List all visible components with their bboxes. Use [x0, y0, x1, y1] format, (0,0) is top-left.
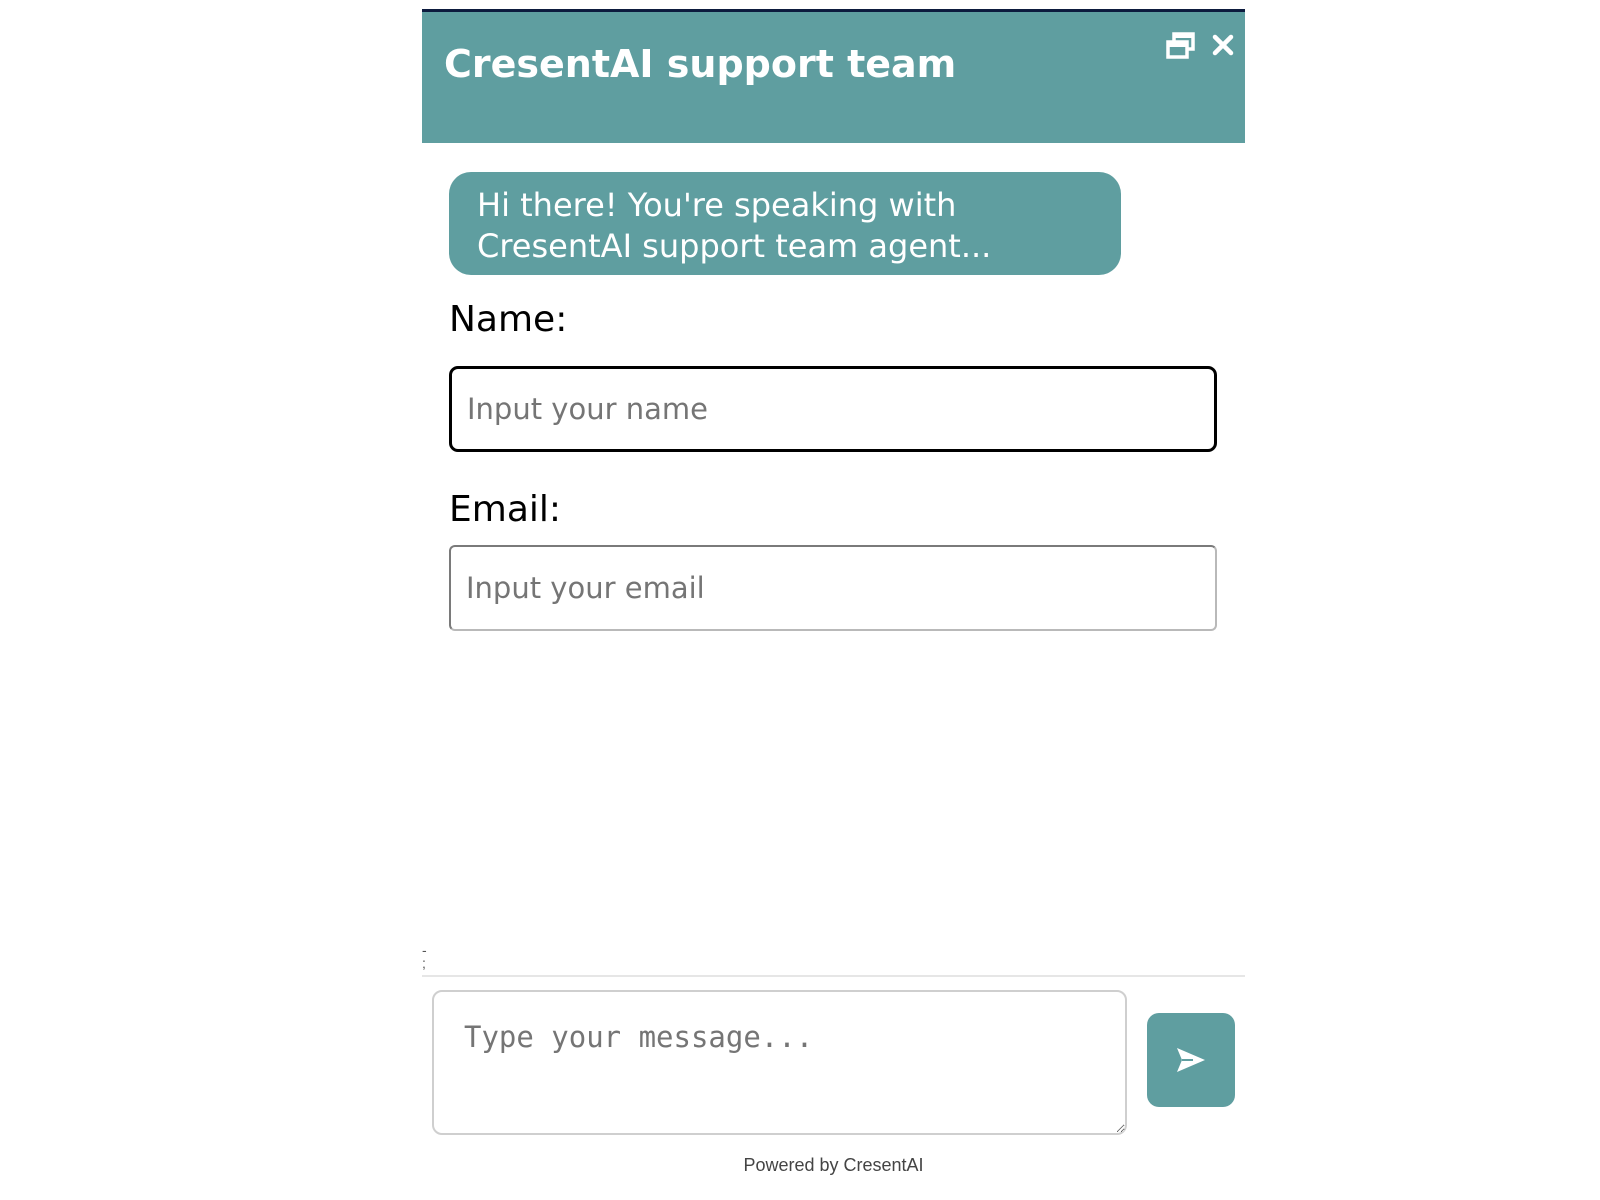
- send-icon: [1177, 1048, 1205, 1072]
- email-label: Email:: [449, 489, 562, 530]
- composer-divider: [422, 975, 1245, 977]
- send-button[interactable]: [1147, 1013, 1235, 1107]
- close-icon[interactable]: [1208, 30, 1238, 60]
- greeting-line-2: CresentAI support team agent...: [477, 227, 992, 265]
- name-input[interactable]: [449, 366, 1217, 452]
- chat-title: CresentAI support team: [444, 42, 957, 86]
- email-input[interactable]: [449, 545, 1217, 631]
- name-label: Name:: [449, 299, 568, 340]
- chat-widget: CresentAI support team Hi there! You're …: [422, 9, 1245, 1179]
- message-input[interactable]: [432, 990, 1127, 1135]
- restore-icon[interactable]: [1164, 30, 1198, 64]
- greeting-message: Hi there! You're speaking with CresentAI…: [449, 172, 1121, 275]
- powered-by-text: Powered by CresentAI: [743, 1155, 924, 1175]
- greeting-line-1: Hi there! You're speaking with: [477, 186, 957, 224]
- chat-header: CresentAI support team: [422, 9, 1245, 143]
- scroll-marker: -;: [422, 942, 427, 971]
